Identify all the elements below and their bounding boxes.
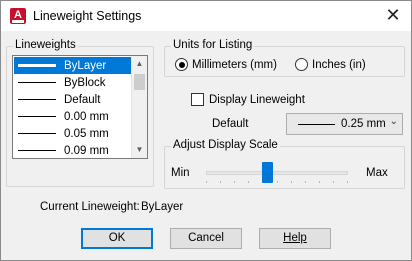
lineweights-listbox[interactable]: ByLayer ByBlock Default 0.00 mm 0.05 mm … [12,55,148,159]
window-title: Lineweight Settings [33,9,142,23]
lineweight-sample [18,64,56,67]
lineweight-sample [18,116,56,117]
chevron-down-icon: ⌄ [389,116,398,127]
scroll-up-icon[interactable]: ▲ [132,56,147,72]
close-icon[interactable]: ✕ [375,1,411,31]
lineweight-sample [298,123,335,125]
inches-radio[interactable]: Inches (in) [295,58,366,71]
cancel-button[interactable]: Cancel [170,228,242,249]
list-item-0-05-mm[interactable]: 0.05 mm [14,125,132,142]
help-button-label: Help [283,232,307,244]
list-item-0-00-mm[interactable]: 0.00 mm [14,108,132,125]
scroll-thumb[interactable] [134,74,145,90]
lineweight-sample [18,99,56,100]
slider-ticks [206,181,348,183]
lineweight-sample [18,150,56,151]
millimeters-label: Millimeters (mm) [192,58,277,71]
checkbox-unchecked-icon [191,93,204,106]
list-item-0-09-mm[interactable]: 0.09 mm [14,142,132,158]
millimeters-radio[interactable]: Millimeters (mm) [175,58,277,71]
radio-checked-icon [175,58,188,71]
lineweight-sample [18,82,56,83]
list-item-byblock[interactable]: ByBlock [14,74,132,91]
default-label: Default [212,118,249,130]
scroll-down-icon[interactable]: ▼ [132,142,147,158]
default-lineweight-value: 0.25 mm [341,118,386,130]
display-scale-group-label: Adjust Display Scale [171,139,280,151]
default-lineweight-select[interactable]: 0.25 mm ⌄ [286,113,403,135]
autocad-app-icon: A [10,8,26,24]
slider-min-label: Min [171,167,190,179]
listbox-scrollbar[interactable]: ▲ ▼ [131,56,147,158]
title-bar: A Lineweight Settings ✕ [1,1,411,31]
help-button[interactable]: Help [259,228,331,249]
display-scale-slider-thumb[interactable] [262,162,273,183]
list-item-bylayer[interactable]: ByLayer [14,57,132,74]
ok-button[interactable]: OK [81,228,153,249]
inches-label: Inches (in) [312,58,366,71]
current-lineweight-value: ByLayer [141,201,184,213]
lineweights-group-label: Lineweights [13,39,78,51]
lineweight-sample [18,133,56,134]
units-group-label: Units for Listing [171,39,255,51]
display-lineweight-checkbox[interactable]: Display Lineweight [191,93,305,106]
display-scale-slider-track[interactable] [206,171,348,175]
current-lineweight-label: Current Lineweight: [40,201,140,213]
list-item-default[interactable]: Default [14,91,132,108]
display-lineweight-label: Display Lineweight [209,93,305,106]
radio-unchecked-icon [295,58,308,71]
lineweight-settings-dialog: A Lineweight Settings ✕ Lineweights ByLa… [0,0,412,261]
slider-max-label: Max [366,167,388,179]
